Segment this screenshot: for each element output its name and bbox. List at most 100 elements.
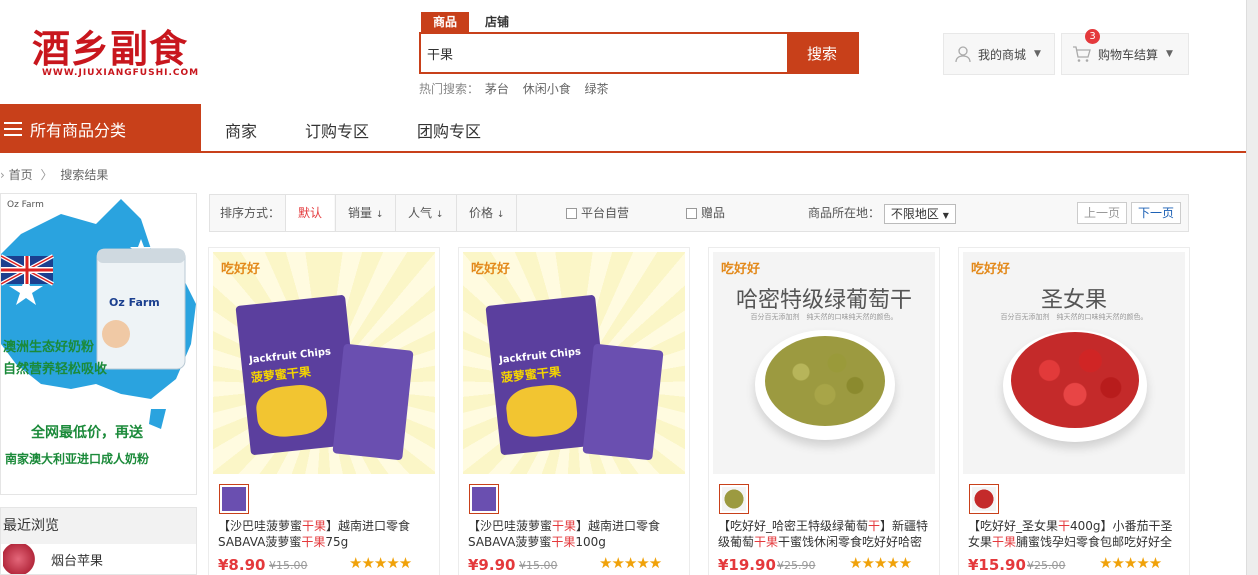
checkbox[interactable] xyxy=(686,208,697,219)
cart-label: 购物车结算 xyxy=(1098,47,1159,62)
logo-text: 酒乡副食 xyxy=(32,26,189,71)
nav-divider xyxy=(0,151,1250,153)
product-card[interactable]: 吃好好 Jackfruit Chips 菠萝蜜干果 【沙巴哇菠萝蜜干果】越南进口… xyxy=(208,247,440,575)
all-categories-label: 所有商品分类 xyxy=(30,120,127,140)
product-thumbnail[interactable] xyxy=(469,484,499,514)
arrow-down-icon: ↓ xyxy=(435,210,444,220)
package-label-cn: 菠萝蜜干果 xyxy=(500,364,562,385)
next-page-button[interactable]: 下一页 xyxy=(1131,202,1182,224)
product-card[interactable]: 吃好好 圣女果 百分百无添加剂 纯天然的口味纯天然的颜色。 【吃好好_圣女果干4… xyxy=(958,247,1190,575)
package-label: Jackfruit Chips xyxy=(498,346,582,366)
user-icon xyxy=(955,46,971,63)
star-rating: ★★★★★ xyxy=(849,554,912,572)
search-input[interactable] xyxy=(421,34,789,72)
cherry-tomatoes-image xyxy=(1011,332,1139,428)
product-thumbnail[interactable] xyxy=(219,484,249,514)
product-thumbnail[interactable] xyxy=(969,484,999,514)
sidebar-ad-banner[interactable]: Oz Farm Oz Farm 澳洲生态好奶粉 自然营养轻松吸收 全网最低价，再… xyxy=(0,193,197,495)
product-thumbnail[interactable] xyxy=(719,484,749,514)
sort-popularity-label: 人气 xyxy=(408,206,433,220)
chevron-down-icon: ▼ xyxy=(1166,49,1173,59)
hot-term[interactable]: 茅台 xyxy=(485,82,509,96)
filter-self-operated[interactable]: 平台自营 xyxy=(566,195,629,231)
nav-item-group-buy[interactable]: 团购专区 xyxy=(417,118,481,142)
sort-price[interactable]: 价格 ↓ xyxy=(456,195,518,231)
hot-searches: 热门搜索： 茅台 休闲小食 绿茶 xyxy=(419,80,619,97)
ad-line2: 自然营养轻松吸收 xyxy=(3,362,108,377)
ad-can-brand: Oz Farm xyxy=(109,296,160,309)
search-button[interactable]: 搜索 xyxy=(787,34,857,72)
package-label-cn: 菠萝蜜干果 xyxy=(250,364,312,385)
product-title[interactable]: 【吃好好_圣女果干400g】小番茄干圣女果干果脯蜜饯孕妇零食包邮吃好好全 xyxy=(968,518,1184,550)
product-image-title: 哈密特级绿葡萄干 xyxy=(735,288,912,313)
hot-term[interactable]: 绿茶 xyxy=(585,82,609,96)
sort-price-label: 价格 xyxy=(469,206,494,220)
package-image xyxy=(332,343,414,461)
cart-icon xyxy=(1073,46,1091,62)
tab-shops[interactable]: 店铺 xyxy=(473,12,521,32)
my-mall-button[interactable]: 我的商城 ▼ xyxy=(943,33,1055,75)
sort-popularity[interactable]: 人气 ↓ xyxy=(395,195,455,231)
sort-sales-label: 销量 xyxy=(348,206,373,220)
product-title[interactable]: 【吃好好_哈密王特级绿葡萄干】新疆特级葡萄干果干蜜饯休闲零食吃好好哈密 xyxy=(718,518,934,550)
nav-item-preorder[interactable]: 订购专区 xyxy=(305,118,369,142)
star-rating: ★★★★★ xyxy=(599,554,662,572)
location-value: 不限地区 xyxy=(890,206,939,221)
raisins-image xyxy=(765,336,885,426)
nav-item-merchants[interactable]: 商家 xyxy=(225,118,257,142)
product-title[interactable]: 【沙巴哇菠萝蜜干果】越南进口零食SABAVA菠萝蜜干果75g xyxy=(218,518,434,550)
ad-brand: Oz Farm xyxy=(7,200,44,210)
package-label: Jackfruit Chips xyxy=(248,346,332,366)
cart-button[interactable]: 购物车结算 ▼ xyxy=(1061,33,1189,75)
prev-page-button[interactable]: 上一页 xyxy=(1077,202,1128,224)
star-rating: ★★★★★ xyxy=(1099,554,1162,572)
hot-term[interactable]: 休闲小食 xyxy=(523,82,571,96)
hot-search-label: 热门搜索： xyxy=(419,82,480,96)
product-card[interactable]: 吃好好 Jackfruit Chips 菠萝蜜干果 【沙巴哇菠萝蜜干果】越南进口… xyxy=(458,247,690,575)
product-original-price: ¥25.00 xyxy=(1027,559,1066,572)
product-card[interactable]: 吃好好 哈密特级绿葡萄干 百分百无添加剂 纯天然的口味纯天然的颜色。 【吃好好_… xyxy=(708,247,940,575)
product-original-price: ¥15.00 xyxy=(269,559,308,572)
recent-item-name: 烟台苹果 xyxy=(51,553,104,569)
search-box: 搜索 xyxy=(419,32,859,74)
location-select[interactable]: 不限地区 ▼ xyxy=(883,203,956,224)
site-logo[interactable]: 酒乡副食 WWW.JIUXIANGFUSHI.COM xyxy=(24,18,200,82)
ad-line4: 南家澳大利亚进口成人奶粉 xyxy=(5,452,150,466)
product-image[interactable]: 吃好好 Jackfruit Chips 菠萝蜜干果 xyxy=(463,252,685,474)
arrow-down-icon: ↓ xyxy=(496,210,505,220)
filter-gift-label: 赠品 xyxy=(701,206,726,220)
product-title[interactable]: 【沙巴哇菠萝蜜干果】越南进口零食SABAVA菠萝蜜干果100g xyxy=(468,518,684,550)
checkbox[interactable] xyxy=(566,208,577,219)
all-categories-button[interactable]: 所有商品分类 xyxy=(0,104,201,153)
ad-line3: 全网最低价，再送 xyxy=(31,425,143,441)
chevron-down-icon: ▼ xyxy=(1034,49,1041,59)
scrollbar[interactable] xyxy=(1246,0,1258,575)
location-label: 商品所在地： xyxy=(808,206,881,220)
breadcrumb: › 首页 〉 搜索结果 xyxy=(0,168,109,182)
breadcrumb-home[interactable]: 首页 xyxy=(9,168,33,182)
sort-default[interactable]: 默认 xyxy=(285,195,335,231)
my-mall-label: 我的商城 xyxy=(978,47,1027,62)
product-image-subtitle: 百分百无添加剂 纯天然的口味纯天然的颜色。 xyxy=(750,313,898,321)
recently-viewed-panel: 最近浏览 烟台苹果 xyxy=(0,507,197,575)
product-price: ¥15.90 xyxy=(968,556,1026,574)
recent-item[interactable]: 烟台苹果 xyxy=(1,544,196,574)
brand-logo: 吃好好 xyxy=(221,262,261,277)
recent-item-thumbnail xyxy=(3,544,41,574)
product-price: ¥19.90 xyxy=(718,556,776,574)
ad-line1: 澳洲生态好奶粉 xyxy=(3,340,95,355)
product-image[interactable]: 吃好好 圣女果 百分百无添加剂 纯天然的口味纯天然的颜色。 xyxy=(963,252,1185,474)
product-price: ¥8.90 xyxy=(218,556,266,574)
breadcrumb-current: 搜索结果 xyxy=(60,168,109,182)
menu-icon xyxy=(4,121,22,136)
logo-url: WWW.JIUXIANGFUSHI.COM xyxy=(42,68,200,78)
recently-viewed-title: 最近浏览 xyxy=(1,508,196,544)
cart-count-badge: 3 xyxy=(1085,29,1100,44)
filter-self-operated-label: 平台自营 xyxy=(581,206,630,220)
sort-sales[interactable]: 销量 ↓ xyxy=(335,195,395,231)
product-image[interactable]: 吃好好 Jackfruit Chips 菠萝蜜干果 xyxy=(213,252,435,474)
filter-gift[interactable]: 赠品 xyxy=(686,195,725,231)
tab-products[interactable]: 商品 xyxy=(421,12,470,32)
product-image[interactable]: 吃好好 哈密特级绿葡萄干 百分百无添加剂 纯天然的口味纯天然的颜色。 xyxy=(713,252,935,474)
chevron-down-icon: ▼ xyxy=(942,210,949,220)
